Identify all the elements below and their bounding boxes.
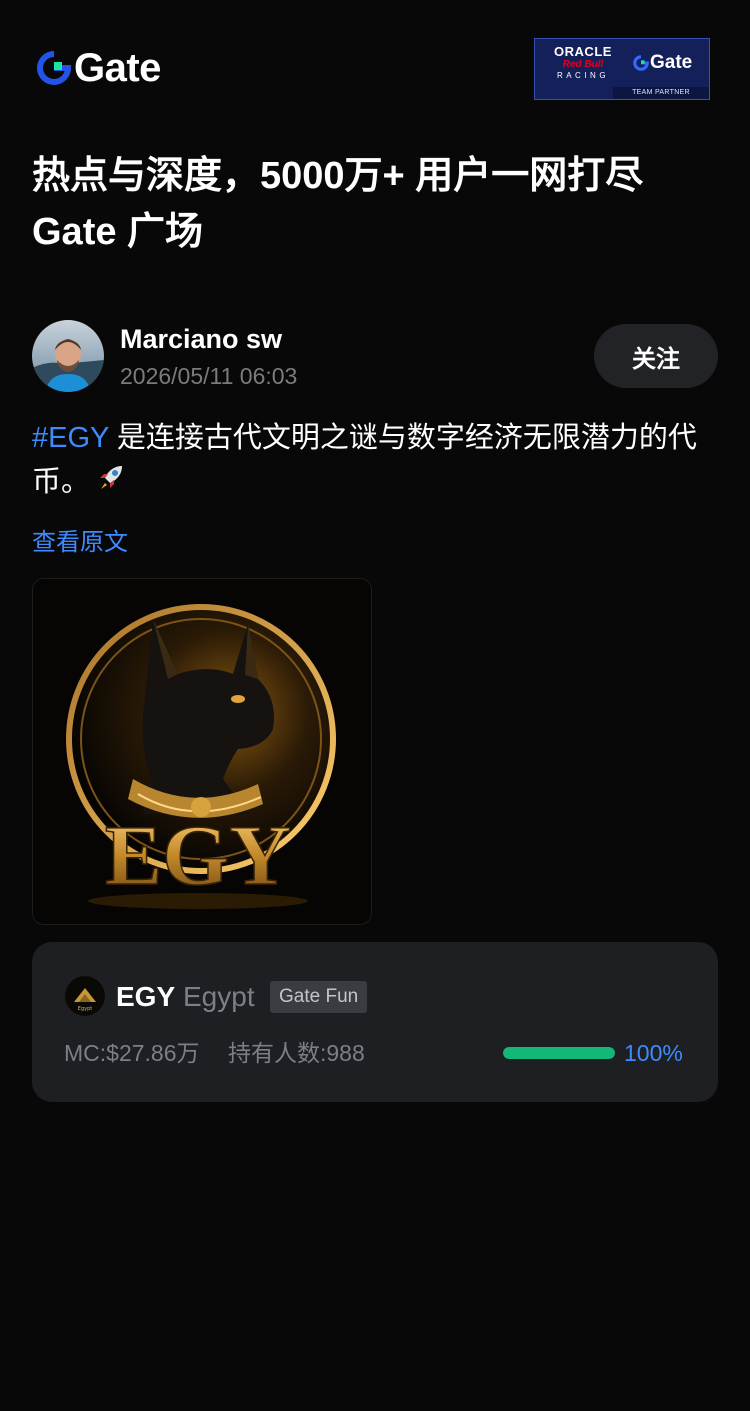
post-image[interactable]: EGY bbox=[32, 578, 372, 925]
view-original-link[interactable]: 查看原文 bbox=[32, 526, 128, 560]
headline-line-1: 热点与深度，5000万+ 用户一网打尽 bbox=[32, 155, 644, 197]
gate-logo[interactable]: Gate bbox=[36, 48, 161, 88]
partner-gate-text: Gate bbox=[650, 52, 693, 73]
bonding-progress-label: 100% bbox=[624, 1040, 683, 1066]
token-icon: Egypt bbox=[65, 976, 105, 1016]
team-partner-badge: ORACLE Red Bull RACING Gate TEAM PARTNER bbox=[534, 38, 710, 100]
partner-tag: TEAM PARTNER bbox=[613, 87, 709, 99]
gate-logo-icon bbox=[37, 51, 72, 85]
token-card[interactable]: Egypt EGY Egypt Gate Fun MC:$27.86万 持有人数… bbox=[32, 942, 718, 1102]
partner-oracle-text: ORACLE bbox=[554, 44, 612, 59]
rocket-icon bbox=[96, 461, 126, 505]
page-headline: 热点与深度，5000万+ 用户一网打尽 Gate 广场 bbox=[32, 148, 722, 260]
token-market-cap: MC:$27.86万 bbox=[64, 1040, 200, 1066]
bonding-progress-bar bbox=[503, 1047, 615, 1059]
egy-cat-image: EGY bbox=[33, 579, 371, 924]
token-symbol: EGY bbox=[116, 981, 176, 1012]
token-holders: 持有人数:988 bbox=[228, 1040, 365, 1066]
partner-gate-icon bbox=[633, 55, 649, 71]
token-name: Egypt bbox=[183, 981, 255, 1012]
post-body: 是连接古代文明之谜与数字经济无限潜力的代币。 bbox=[32, 422, 697, 498]
partner-redbull-text: Red Bull bbox=[562, 59, 604, 70]
hashtag-link[interactable]: #EGY bbox=[32, 422, 109, 454]
post-text: #EGY 是连接古代文明之谜与数字经济无限潜力的代币。 bbox=[32, 416, 722, 505]
author-avatar[interactable] bbox=[32, 320, 104, 392]
author-name[interactable]: Marciano sw bbox=[120, 322, 282, 356]
bonding-progress-fill bbox=[503, 1047, 615, 1059]
token-source-badge: Gate Fun bbox=[270, 981, 368, 1013]
image-egy-text: EGY bbox=[105, 807, 291, 903]
avatar-image bbox=[32, 320, 104, 392]
token-icon-text: Egypt bbox=[78, 1006, 92, 1012]
post-timestamp: 2026/05/11 06:03 bbox=[120, 363, 298, 389]
follow-button[interactable]: 关注 bbox=[594, 324, 718, 388]
headline-line-2: Gate 广场 bbox=[32, 211, 204, 253]
logo-text: Gate bbox=[74, 46, 161, 90]
partner-racing-text: RACING bbox=[556, 71, 610, 80]
